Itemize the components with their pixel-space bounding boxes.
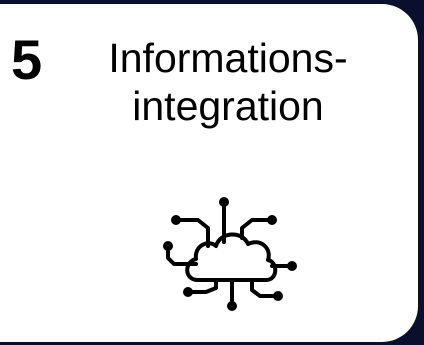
tile-title: Informations- integration [58,34,398,130]
tile-card: 5 Informations- integration [0,4,418,342]
tile-title-line1: Informations- [108,35,348,81]
tile-title-line2: integration [132,83,324,129]
tile-number: 5 [11,28,43,91]
cloud-network-icon [150,184,310,324]
